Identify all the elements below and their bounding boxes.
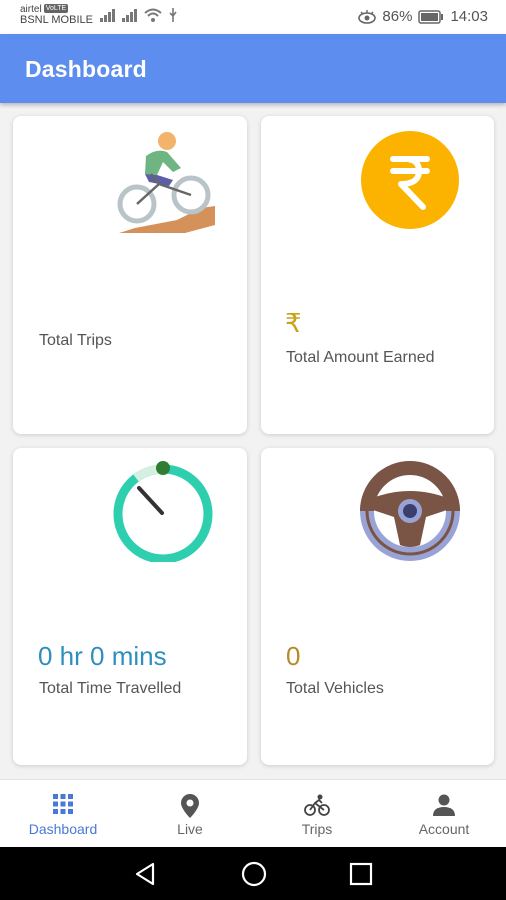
home-icon[interactable]: [241, 861, 267, 887]
carrier-info: airtel VoLTE BSNL MOBILE: [20, 4, 93, 26]
signal-2-icon: [122, 9, 137, 22]
wifi-icon: [144, 8, 162, 22]
recents-icon[interactable]: [348, 861, 374, 887]
card-value: 0: [286, 641, 301, 671]
status-icons-right: 86% 14:03: [358, 8, 488, 25]
total-vehicles-card[interactable]: 0 Total Vehicles: [261, 448, 494, 765]
steering-wheel-icon: [360, 461, 460, 561]
nav-item-account[interactable]: Account: [381, 780, 506, 848]
carrier-2-name: BSNL MOBILE: [20, 14, 93, 26]
system-navigation-bar: [0, 847, 506, 900]
total-amount-card[interactable]: ₹ Total Amount Earned: [261, 116, 494, 434]
nav-item-trips[interactable]: Trips: [254, 780, 380, 848]
status-icons-left: [100, 8, 178, 22]
card-value: 0 hr 0 mins: [38, 641, 167, 671]
usb-icon: [169, 8, 177, 22]
app-bar: Dashboard: [0, 34, 506, 103]
card-label: Total Trips: [39, 332, 112, 349]
status-bar: airtel VoLTE BSNL MOBILE 86% 14:03: [0, 0, 506, 34]
volte-badge: VoLTE: [43, 4, 69, 13]
battery-icon: [418, 9, 444, 24]
signal-1-icon: [100, 9, 115, 22]
card-value: ₹: [285, 308, 302, 338]
eye-comfort-icon: [358, 9, 377, 24]
page-title: Dashboard: [25, 56, 147, 82]
grid-icon: [53, 794, 73, 814]
battery-percent: 86%: [382, 8, 413, 25]
person-icon: [433, 794, 455, 816]
timer-icon: [113, 461, 213, 562]
nav-label: Trips: [301, 821, 333, 837]
total-time-card[interactable]: 0 hr 0 mins Total Time Travelled: [13, 448, 247, 765]
nav-label: Dashboard: [28, 821, 98, 837]
card-label: Total Amount Earned: [286, 349, 435, 366]
nav-label: Live: [177, 821, 203, 837]
bottom-navigation: Dashboard Live Trips Account: [0, 779, 506, 847]
back-icon[interactable]: [132, 861, 158, 887]
clock: 14:03: [450, 8, 488, 25]
card-label: Total Vehicles: [286, 680, 384, 697]
rupee-coin-icon: [361, 131, 459, 229]
cyclist-icon: [117, 132, 215, 233]
card-label: Total Time Travelled: [39, 680, 182, 697]
nav-item-live[interactable]: Live: [127, 780, 253, 848]
total-trips-card[interactable]: Total Trips: [13, 116, 247, 434]
bicycle-icon: [304, 794, 330, 816]
nav-item-dashboard[interactable]: Dashboard: [0, 780, 126, 848]
location-pin-icon: [181, 794, 199, 818]
nav-label: Account: [418, 821, 470, 837]
